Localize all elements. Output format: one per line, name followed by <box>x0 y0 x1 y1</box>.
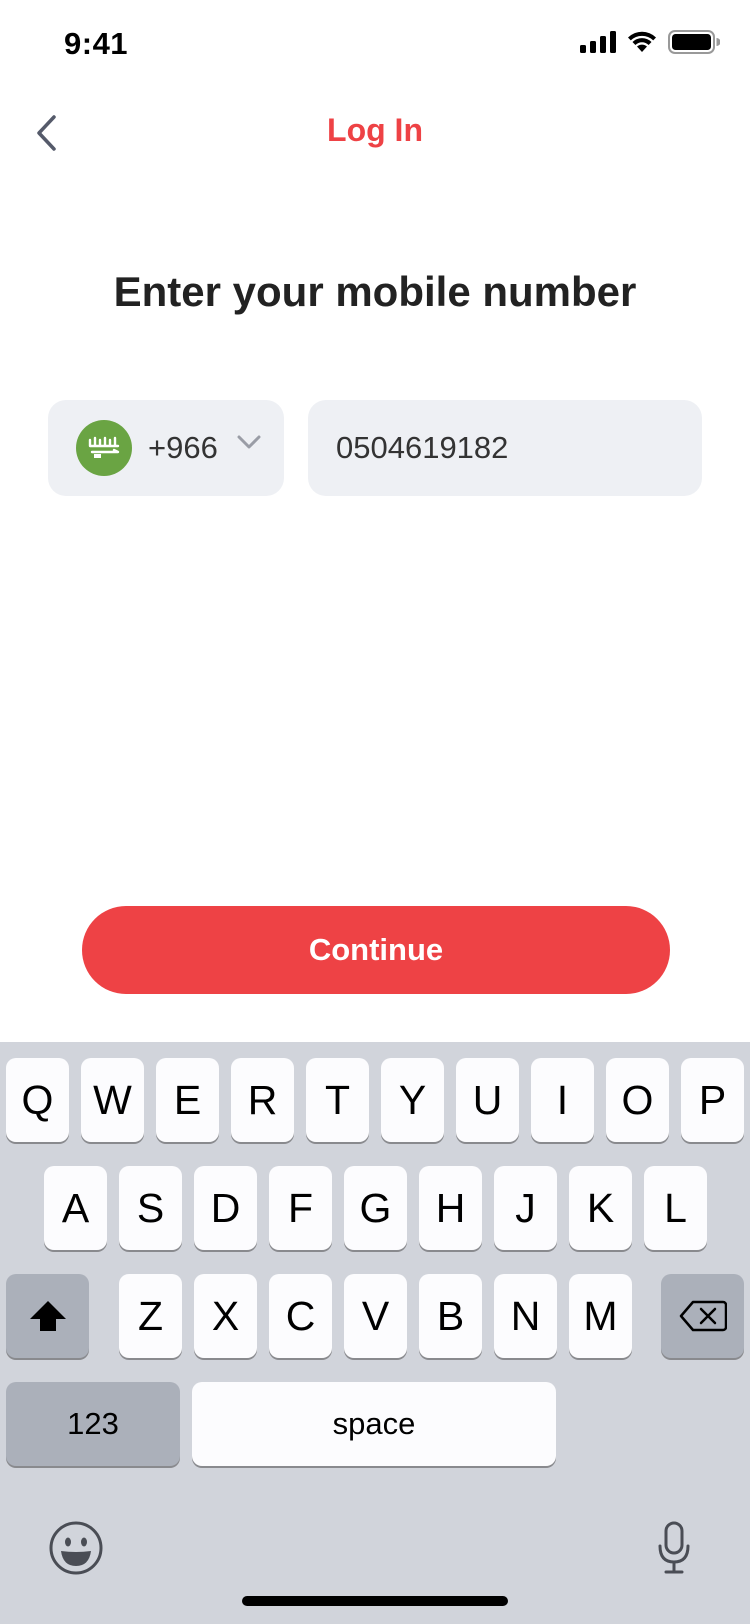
shift-key[interactable] <box>6 1274 89 1358</box>
key-i[interactable]: I <box>531 1058 594 1142</box>
keyboard: Q W E R T Y U I O P A S D F G H J K L Z … <box>0 1042 750 1624</box>
key-q[interactable]: Q <box>6 1058 69 1142</box>
cellular-signal-icon <box>580 31 616 53</box>
phone-number-field[interactable] <box>308 400 702 496</box>
numbers-key[interactable]: 123 <box>6 1382 180 1466</box>
key-f[interactable]: F <box>269 1166 332 1250</box>
key-c[interactable]: C <box>269 1274 332 1358</box>
country-code-picker[interactable]: +966 <box>48 400 284 496</box>
key-o[interactable]: O <box>606 1058 669 1142</box>
instruction-heading: Enter your mobile number <box>113 268 637 315</box>
key-e[interactable]: E <box>156 1058 219 1142</box>
key-u[interactable]: U <box>456 1058 519 1142</box>
key-a[interactable]: A <box>44 1166 107 1250</box>
key-w[interactable]: W <box>81 1058 144 1142</box>
continue-button[interactable]: Continue <box>82 906 670 994</box>
key-m[interactable]: M <box>569 1274 632 1358</box>
key-s[interactable]: S <box>119 1166 182 1250</box>
key-j[interactable]: J <box>494 1166 557 1250</box>
key-k[interactable]: K <box>569 1166 632 1250</box>
key-z[interactable]: Z <box>119 1274 182 1358</box>
backspace-icon <box>679 1300 727 1332</box>
key-l[interactable]: L <box>644 1166 707 1250</box>
wifi-icon <box>628 31 656 52</box>
key-d[interactable]: D <box>194 1166 257 1250</box>
battery-icon <box>668 30 720 54</box>
key-n[interactable]: N <box>494 1274 557 1358</box>
key-y[interactable]: Y <box>381 1058 444 1142</box>
key-h[interactable]: H <box>419 1166 482 1250</box>
key-p[interactable]: P <box>681 1058 744 1142</box>
country-code-label: +966 <box>148 430 218 465</box>
page-title: Log In <box>327 112 423 148</box>
saudi-arabia-flag-icon <box>76 420 132 476</box>
delete-key[interactable] <box>661 1274 744 1358</box>
key-r[interactable]: R <box>231 1058 294 1142</box>
status-bar: 9:41 <box>0 0 750 90</box>
key-g[interactable]: G <box>344 1166 407 1250</box>
space-key[interactable]: space <box>192 1382 556 1466</box>
key-x[interactable]: X <box>194 1274 257 1358</box>
key-v[interactable]: V <box>344 1274 407 1358</box>
microphone-icon[interactable] <box>656 1520 692 1576</box>
phone-number-input[interactable] <box>336 400 676 496</box>
key-b[interactable]: B <box>419 1274 482 1358</box>
status-icons <box>580 30 720 54</box>
shift-icon <box>29 1301 66 1331</box>
emoji-icon[interactable] <box>48 1520 104 1576</box>
chevron-down-icon <box>237 435 261 449</box>
home-indicator <box>242 1596 508 1606</box>
key-t[interactable]: T <box>306 1058 369 1142</box>
status-time: 9:41 <box>64 26 129 61</box>
login-screen: 9:41 Log In Enter your mobile number +96… <box>0 0 750 1624</box>
